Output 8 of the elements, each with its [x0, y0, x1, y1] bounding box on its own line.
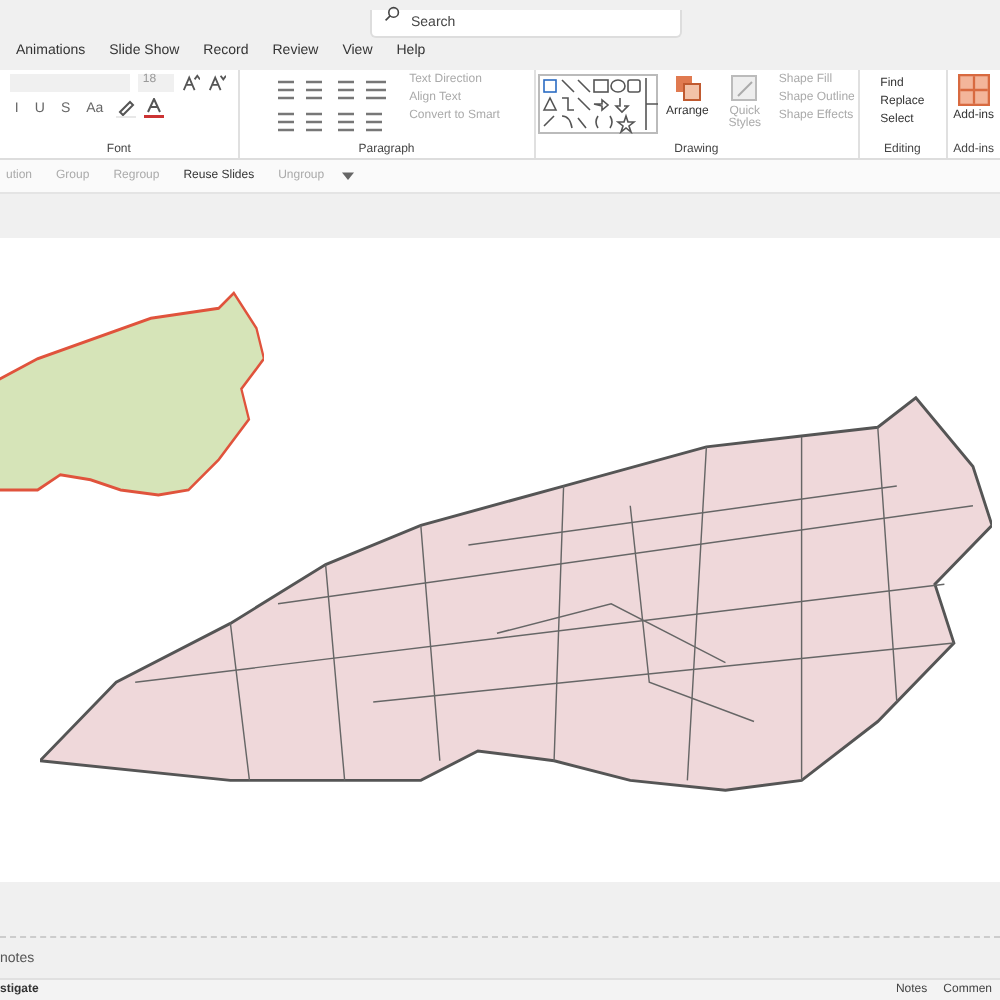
dropdown-caret-icon[interactable] [342, 171, 355, 181]
shrink-font-icon[interactable] [208, 74, 227, 92]
shape-gallery-drawing[interactable] [538, 74, 658, 134]
grow-font-icon[interactable] [182, 74, 201, 92]
highlighter-icon[interactable] [115, 98, 136, 118]
grid-icon [957, 74, 990, 106]
font-color-icon[interactable] [143, 98, 164, 118]
arrange-icon [673, 74, 702, 102]
